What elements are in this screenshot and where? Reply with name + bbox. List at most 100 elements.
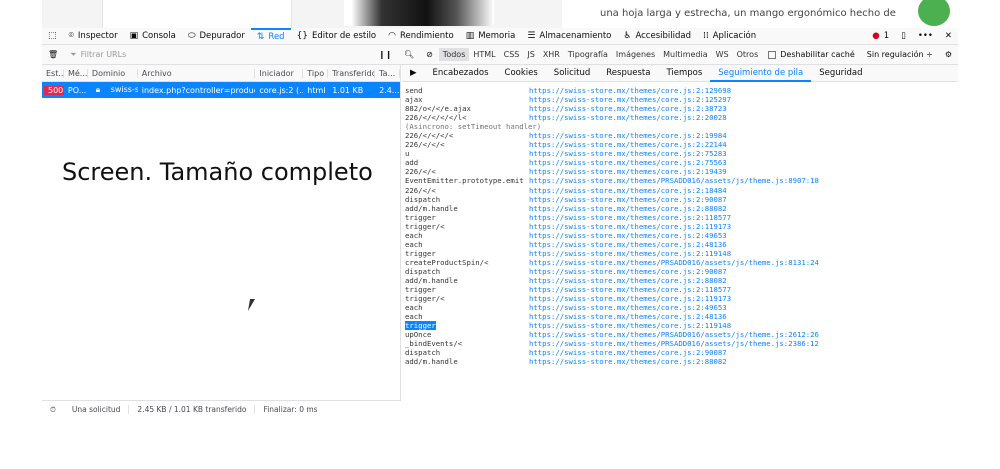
- filter-type-js[interactable]: JS: [523, 48, 538, 61]
- column-header[interactable]: Archivo: [138, 68, 256, 78]
- filter-type-ws[interactable]: WS: [712, 48, 733, 61]
- toggle-panel-icon[interactable]: ▶: [402, 65, 425, 82]
- function-name-text: 226/</</</</l<: [405, 113, 467, 123]
- details-tab[interactable]: Seguridad: [811, 65, 870, 82]
- source-link[interactable]: https://swiss-store.mx/themes/PRSADD016/…: [529, 258, 819, 267]
- source-link[interactable]: https://swiss-store.mx/themes/core.js:2:…: [529, 312, 727, 321]
- details-tab[interactable]: Solicitud: [546, 65, 598, 82]
- filter-type-css[interactable]: CSS: [500, 48, 524, 61]
- source-link[interactable]: https://swiss-store.mx/themes/core.js:2:…: [529, 321, 731, 330]
- file-cell: index.php?controller=produc: [141, 85, 256, 95]
- source-link[interactable]: https://swiss-store.mx/themes/core.js:2:…: [529, 348, 727, 357]
- pick-element-button[interactable]: ⬚: [42, 28, 63, 45]
- settings-button[interactable]: ⚙: [939, 46, 958, 63]
- details-tab[interactable]: Encabezados: [425, 65, 497, 82]
- stack-frame: trigger/< https://swiss-store.mx/themes/c…: [402, 222, 958, 231]
- source-link[interactable]: https://swiss-store.mx/themes/core.js:2:…: [529, 213, 731, 222]
- source-link[interactable]: https://swiss-store.mx/themes/core.js:2:…: [529, 285, 731, 294]
- source-link[interactable]: https://swiss-store.mx/themes/core.js:2:…: [529, 303, 727, 312]
- responsive-mode-button[interactable]: ▯: [895, 28, 912, 45]
- function-name-text: _bindEvents/<: [405, 339, 463, 349]
- responsive-icon: ▯: [901, 31, 906, 41]
- source-link[interactable]: https://swiss-store.mx/themes/core.js:2:…: [529, 113, 727, 122]
- request-list: Est...Mé...DominioArchivoIniciadorTipoTr…: [42, 65, 401, 400]
- source-link[interactable]: https://swiss-store.mx/themes/core.js:2:…: [529, 195, 727, 204]
- more-button[interactable]: •••: [912, 28, 939, 45]
- source-link[interactable]: https://swiss-store.mx/themes/PRSADD016/…: [529, 176, 819, 185]
- filter-type-otros[interactable]: Otros: [733, 48, 763, 61]
- tab-accesibilidad[interactable]: ♿ Accesibilidad: [617, 28, 697, 45]
- source-link[interactable]: https://swiss-store.mx/themes/core.js:2:…: [529, 95, 731, 104]
- source-link[interactable]: https://swiss-store.mx/themes/core.js:2:…: [529, 267, 727, 276]
- source-link[interactable]: https://swiss-store.mx/themes/core.js:2:…: [529, 140, 727, 149]
- filter-type-todos[interactable]: Todos: [438, 48, 470, 61]
- source-link[interactable]: https://swiss-store.mx/themes/core.js:2:…: [529, 231, 727, 240]
- column-header[interactable]: Dominio: [88, 68, 138, 78]
- clear-button[interactable]: 🗑: [42, 46, 64, 63]
- filter-placeholder: Filtrar URLs: [80, 50, 127, 59]
- column-header[interactable]: Tipo: [303, 68, 329, 78]
- source-link[interactable]: https://swiss-store.mx/themes/core.js:2:…: [529, 149, 727, 158]
- source-link[interactable]: https://swiss-store.mx/themes/core.js:2:…: [529, 357, 727, 366]
- column-header[interactable]: Transferido: [328, 68, 376, 78]
- filter-type-tipografía[interactable]: Tipografía: [564, 48, 612, 61]
- source-link[interactable]: https://swiss-store.mx/themes/core.js:2:…: [529, 158, 727, 167]
- tab-rendimiento[interactable]: ◠ Rendimiento: [382, 28, 460, 45]
- filter-urls-input[interactable]: ⏷ Filtrar URLs: [64, 46, 372, 63]
- source-link[interactable]: https://swiss-store.mx/themes/core.js:2:…: [529, 276, 727, 285]
- function-name: 226/</</<: [405, 140, 529, 149]
- tab-editor-de-estilo[interactable]: {} Editor de estilo: [291, 28, 383, 45]
- source-link[interactable]: https://swiss-store.mx/themes/PRSADD016/…: [529, 339, 819, 348]
- details-tab[interactable]: Seguimiento de pila: [710, 65, 812, 82]
- filter-type-xhr[interactable]: XHR: [539, 48, 564, 61]
- column-header[interactable]: Mé...: [64, 68, 88, 78]
- stack-frame: 226/</< https://swiss-store.mx/themes/cor…: [402, 186, 958, 195]
- filter-type-imágenes[interactable]: Imágenes: [612, 48, 659, 61]
- function-name: createProductSpin/<: [405, 258, 529, 267]
- column-header[interactable]: Iniciador: [255, 68, 304, 78]
- source-link[interactable]: https://swiss-store.mx/themes/core.js:2:…: [529, 249, 731, 258]
- disable-cache-checkbox[interactable]: Deshabilitar caché: [762, 46, 861, 63]
- source-link[interactable]: https://swiss-store.mx/themes/core.js:2:…: [529, 86, 731, 95]
- source-link[interactable]: https://swiss-store.mx/themes/core.js:2:…: [529, 131, 727, 140]
- source-link[interactable]: https://swiss-store.mx/themes/core.js:2:…: [529, 294, 731, 303]
- source-link[interactable]: https://swiss-store.mx/themes/core.js:2:…: [529, 186, 727, 195]
- throttle-select[interactable]: Sin regulación ÷: [861, 46, 939, 63]
- source-link[interactable]: https://swiss-store.mx/themes/core.js:2:…: [529, 222, 731, 231]
- tab-depurador[interactable]: ⬭ Depurador: [182, 28, 251, 45]
- source-link[interactable]: https://swiss-store.mx/themes/PRSADD016/…: [529, 330, 819, 339]
- function-name: trigger: [405, 321, 529, 331]
- filter-type-multimedia[interactable]: Multimedia: [659, 48, 711, 61]
- details-tab[interactable]: Cookies: [497, 65, 546, 82]
- stack-frame: dispatch https://swiss-store.mx/themes/co…: [402, 267, 958, 276]
- column-header[interactable]: Est...: [42, 68, 64, 78]
- tab-memoria[interactable]: ▥ Memoria: [460, 28, 522, 45]
- method-cell: PO...: [67, 85, 87, 95]
- details-tab[interactable]: Tiempos: [658, 65, 710, 82]
- error-counter[interactable]: ● 1: [866, 28, 895, 45]
- stack-frame: 226/</< https://swiss-store.mx/themes/cor…: [402, 167, 958, 176]
- source-link[interactable]: https://swiss-store.mx/themes/core.js:2:…: [529, 240, 727, 249]
- gauge-icon: ◠: [388, 31, 396, 41]
- initiator-cell[interactable]: core.js:2 (...: [255, 86, 303, 95]
- stack-frame: _bindEvents/< https://swiss-store.mx/them…: [402, 339, 958, 348]
- tab-consola[interactable]: ▣ Consola: [124, 28, 182, 45]
- stopwatch-icon[interactable]: ⏱: [42, 405, 64, 415]
- tab-inspector[interactable]: ⌾ Inspector: [63, 28, 124, 45]
- filter-type-html[interactable]: HTML: [469, 48, 499, 61]
- function-name: dispatch: [405, 195, 529, 204]
- source-link[interactable]: https://swiss-store.mx/themes/core.js:2:…: [529, 167, 727, 176]
- column-header[interactable]: Ta...: [375, 68, 400, 78]
- source-link[interactable]: https://swiss-store.mx/themes/core.js:2:…: [529, 204, 727, 213]
- table-row[interactable]: 500 PO... 🔒︎ swiss-s... index.php?contro…: [42, 82, 400, 98]
- stack-frame: 226/</</< https://swiss-store.mx/themes/c…: [402, 140, 958, 149]
- search-button[interactable]: 🔍︎: [398, 46, 420, 63]
- source-link[interactable]: https://swiss-store.mx/themes/core.js:2:…: [529, 104, 727, 113]
- close-button[interactable]: ✕: [939, 28, 958, 45]
- tab-red[interactable]: ⇅ Red: [250, 27, 291, 45]
- details-tab[interactable]: Respuesta: [598, 65, 658, 82]
- block-button[interactable]: ⊘: [420, 46, 439, 63]
- tab-almacenamiento[interactable]: ☰ Almacenamiento: [521, 28, 617, 45]
- tab-aplicación[interactable]: ⁞⁞ Aplicación: [697, 28, 762, 45]
- pause-button[interactable]: ❙❙: [373, 46, 398, 63]
